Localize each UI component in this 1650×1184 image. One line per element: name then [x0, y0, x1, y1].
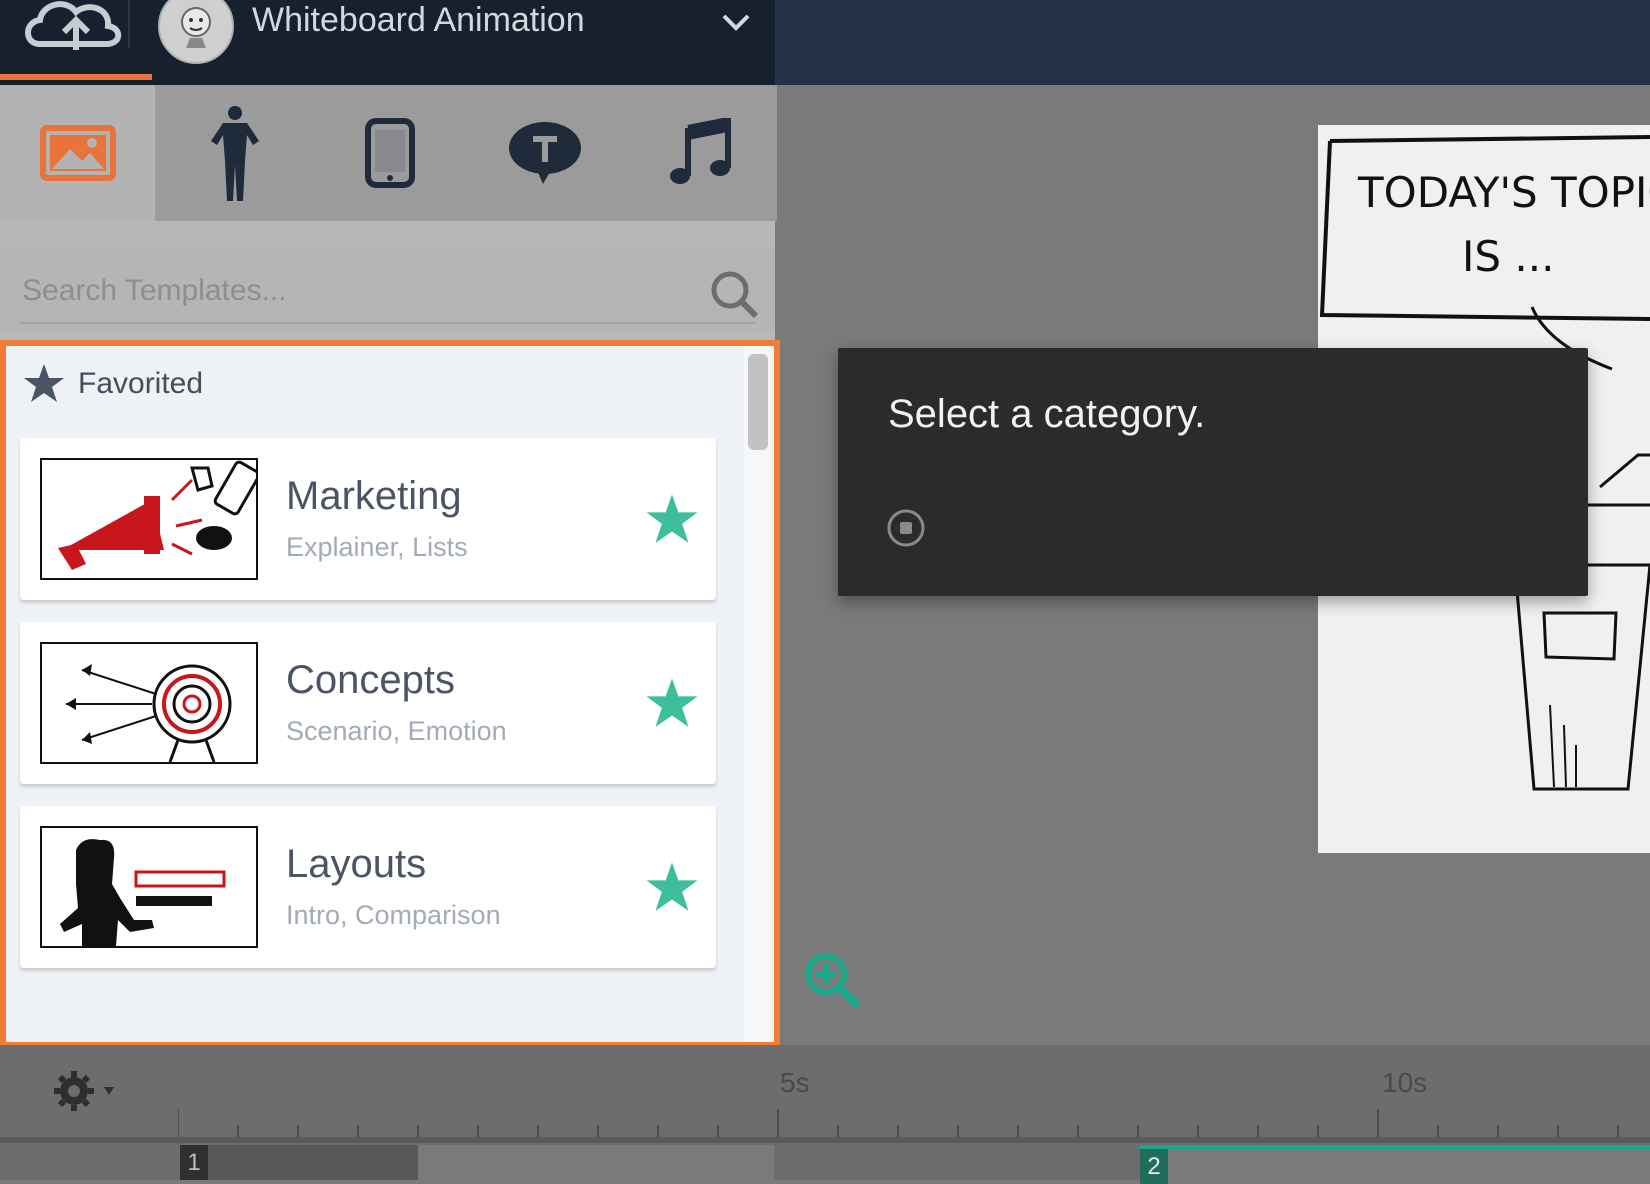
tick-label-5s: 5s: [780, 1067, 810, 1098]
timeline-settings-button[interactable]: [52, 1069, 124, 1113]
template-card-layouts[interactable]: Layouts Intro, Comparison: [20, 806, 716, 968]
image-icon: [39, 125, 116, 181]
star-icon: [24, 364, 64, 402]
tab-images[interactable]: [0, 85, 155, 221]
template-card-concepts[interactable]: Concepts Scenario, Emotion: [20, 622, 716, 784]
card-subtitle: Intro, Comparison: [286, 900, 501, 930]
tab-audio[interactable]: [620, 85, 777, 221]
tooltip-stop-button[interactable]: [886, 508, 926, 548]
tab-text[interactable]: [465, 85, 622, 221]
search-button[interactable]: [708, 268, 760, 320]
card-title: Concepts: [286, 658, 455, 702]
card-title: Layouts: [286, 842, 427, 886]
category-tooltip: Select a category.: [838, 348, 1588, 596]
phone-icon: [364, 118, 415, 188]
board-text-line-1: TODAY'S TOPIC: [1357, 168, 1650, 217]
gear-icon: [54, 1071, 114, 1111]
scene-clip-2[interactable]: 2: [1140, 1145, 1650, 1184]
asset-tab-bar: [0, 85, 777, 221]
presenter-thumbnail: [40, 826, 258, 948]
zoom-in-button[interactable]: [802, 950, 864, 1012]
zoom-in-icon: [805, 953, 861, 1009]
top-left-panel: Whiteboard Animation: [0, 0, 775, 85]
scrollbar-thumb[interactable]: [748, 354, 768, 450]
search-input[interactable]: [20, 270, 694, 312]
tooltip-message: Select a category.: [888, 392, 1206, 436]
star-icon: [646, 862, 698, 911]
favorites-label: Favorited: [78, 367, 204, 400]
favorites-panel: Favorited Marketing Explainer, Lists Con…: [0, 340, 780, 1048]
top-bar: Whiteboard Animation: [0, 0, 1650, 85]
card-subtitle: Scenario, Emotion: [286, 716, 507, 746]
template-card-marketing[interactable]: Marketing Explainer, Lists: [20, 438, 716, 600]
scene-thumbnail-strip: [418, 1145, 774, 1180]
character-face-icon: [181, 7, 211, 48]
project-title[interactable]: Whiteboard Animation: [252, 0, 585, 40]
favorite-toggle[interactable]: [644, 860, 700, 916]
favorite-toggle[interactable]: [644, 676, 700, 732]
favorites-header: Favorited: [22, 364, 203, 404]
project-avatar: [158, 0, 234, 64]
project-dropdown-button[interactable]: [718, 4, 754, 40]
scene-number: 1: [180, 1145, 208, 1180]
tick-label-10s: 10s: [1382, 1067, 1428, 1098]
target-thumbnail: [40, 642, 258, 764]
music-note-icon: [669, 118, 731, 184]
person-icon: [210, 106, 259, 201]
scene-clip-1[interactable]: 1: [180, 1145, 774, 1180]
speech-bubble-text-icon: [508, 122, 581, 184]
time-ruler[interactable]: [178, 1109, 1650, 1137]
timeline-track: [0, 1137, 1650, 1143]
divider: [128, 0, 130, 48]
scrollbar-track[interactable]: [744, 346, 770, 1042]
megaphone-thumbnail: [40, 458, 258, 580]
tab-characters[interactable]: [155, 85, 312, 221]
stop-circle-icon: [887, 509, 925, 547]
tab-props[interactable]: [310, 85, 467, 221]
card-subtitle: Explainer, Lists: [286, 532, 468, 562]
favorite-toggle[interactable]: [644, 492, 700, 548]
star-icon: [646, 678, 698, 727]
timeline: 5s 10s 1 2: [0, 1045, 1650, 1184]
cloud-upload-icon: [25, 1, 122, 50]
star-icon: [646, 494, 698, 543]
template-search: [0, 248, 775, 332]
search-icon: [711, 271, 759, 319]
scene-number: 2: [1140, 1149, 1168, 1184]
search-underline: [20, 322, 755, 324]
board-text-line-2: IS ...: [1462, 232, 1554, 281]
active-underline: [0, 74, 152, 80]
chevron-down-icon: [722, 14, 750, 31]
card-title: Marketing: [286, 474, 462, 518]
